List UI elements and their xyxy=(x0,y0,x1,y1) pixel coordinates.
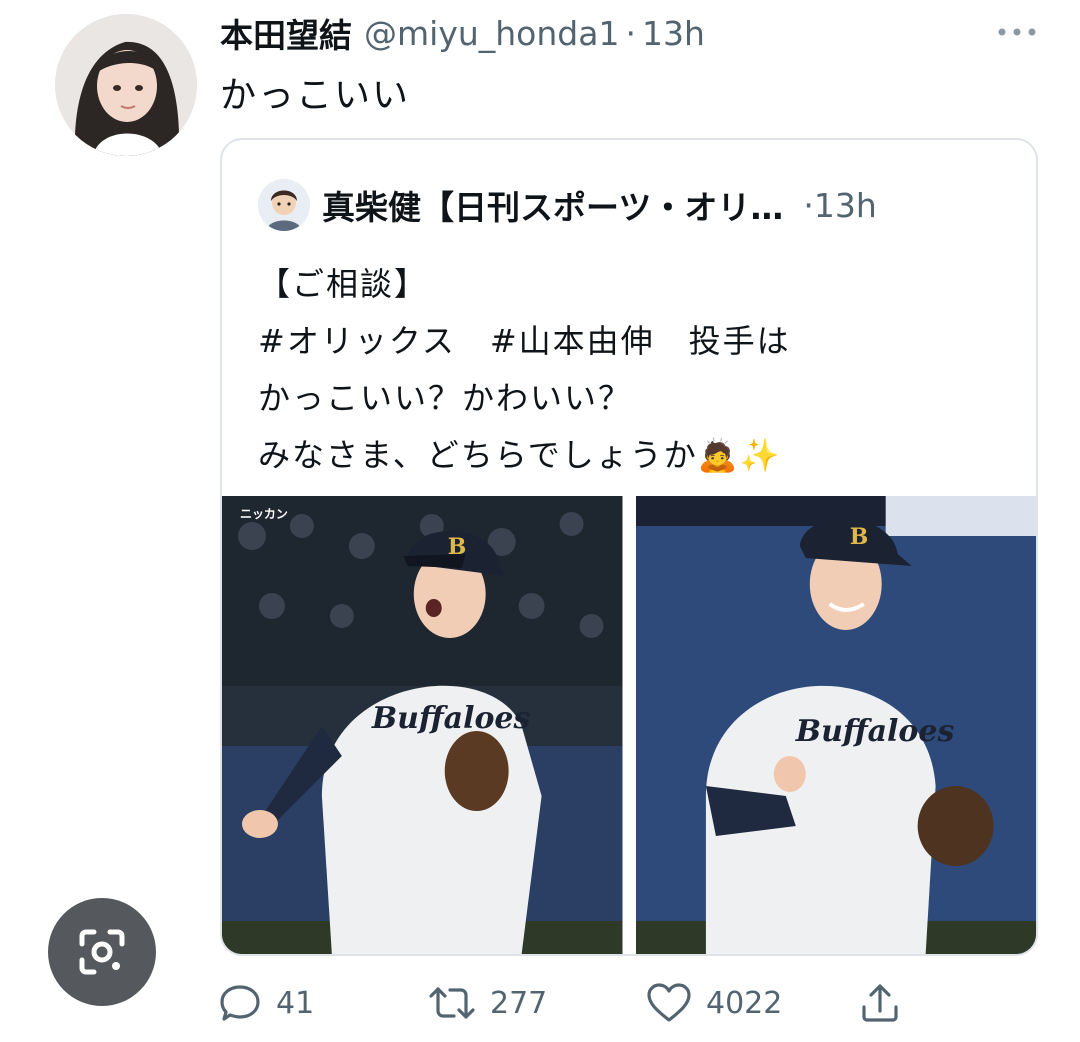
pitcher-photo-right[interactable]: B Buffaloes xyxy=(635,496,1036,954)
quoted-timestamp[interactable]: 13h xyxy=(814,186,877,225)
share-button[interactable] xyxy=(858,978,916,1028)
like-count: 4022 xyxy=(706,985,783,1021)
google-lens-button[interactable] xyxy=(48,898,156,1006)
heart-icon xyxy=(647,983,691,1022)
avatar[interactable] xyxy=(55,14,197,156)
quoted-avatar[interactable] xyxy=(258,179,310,231)
retweet-count: 277 xyxy=(490,985,548,1021)
reply-count: 41 xyxy=(276,985,315,1021)
user-photo-icon xyxy=(55,14,197,156)
quoted-line: かっこいい？かわいい？ xyxy=(258,379,633,417)
jersey-text: Buffaloes xyxy=(371,701,531,736)
quoted-tweet[interactable]: 真柴健【日刊スポーツ・オリ… · 13h 【ご相談】 #オリックス #山本由伸 投… xyxy=(220,138,1038,956)
quoted-display-name[interactable]: 真柴健【日刊スポーツ・オリ… xyxy=(322,181,783,229)
svg-text:B: B xyxy=(849,524,868,550)
photo-image: B Buffaloes ニッカン xyxy=(222,496,623,954)
share-icon xyxy=(862,984,898,1022)
retweet-button[interactable]: 277 xyxy=(428,978,547,1028)
photo-image: B Buffaloes xyxy=(635,496,1036,954)
tweet-text: かっこいい xyxy=(220,75,411,116)
quoted-tweet-header: 真柴健【日刊スポーツ・オリ… · 13h xyxy=(258,176,1018,234)
retweet-icon xyxy=(429,987,475,1019)
tweet-header: 本田望結 @miyu_honda1 · 13h xyxy=(220,10,705,56)
like-button[interactable]: 4022 xyxy=(646,978,782,1028)
display-name[interactable]: 本田望結 xyxy=(220,9,352,57)
svg-text:B: B xyxy=(448,534,467,560)
reply-button[interactable]: 41 xyxy=(218,978,314,1028)
jersey-text: Buffaloes xyxy=(794,714,954,749)
more-dots-icon xyxy=(998,28,1036,36)
quoted-line-hashtags[interactable]: #オリックス #山本由伸 投手は xyxy=(258,313,1018,370)
quoted-tweet-text: 【ご相談】 #オリックス #山本由伸 投手はかっこいい？かわいい？ みなさま、どちら… xyxy=(258,256,1018,484)
separator-dot: · xyxy=(625,13,636,53)
quoted-line: みなさま、どちらでしょうか🙇✨ xyxy=(258,436,782,474)
reply-icon xyxy=(220,985,260,1021)
user-illustration-icon xyxy=(258,179,310,231)
pitcher-photo-left[interactable]: B Buffaloes ニッカン xyxy=(222,496,623,954)
quoted-media-grid: B Buffaloes ニッカン B Buffaloes xyxy=(222,496,1036,954)
timestamp[interactable]: 13h xyxy=(642,14,705,53)
google-lens-icon xyxy=(79,929,125,975)
photo-watermark: ニッカン xyxy=(240,507,288,521)
quoted-line: 【ご相談】 xyxy=(258,265,429,303)
separator-dot: · xyxy=(803,185,814,225)
tweet-action-bar: 41 277 4022 xyxy=(218,978,918,1028)
more-button[interactable] xyxy=(994,20,1040,44)
user-handle[interactable]: @miyu_honda1 xyxy=(364,14,619,53)
